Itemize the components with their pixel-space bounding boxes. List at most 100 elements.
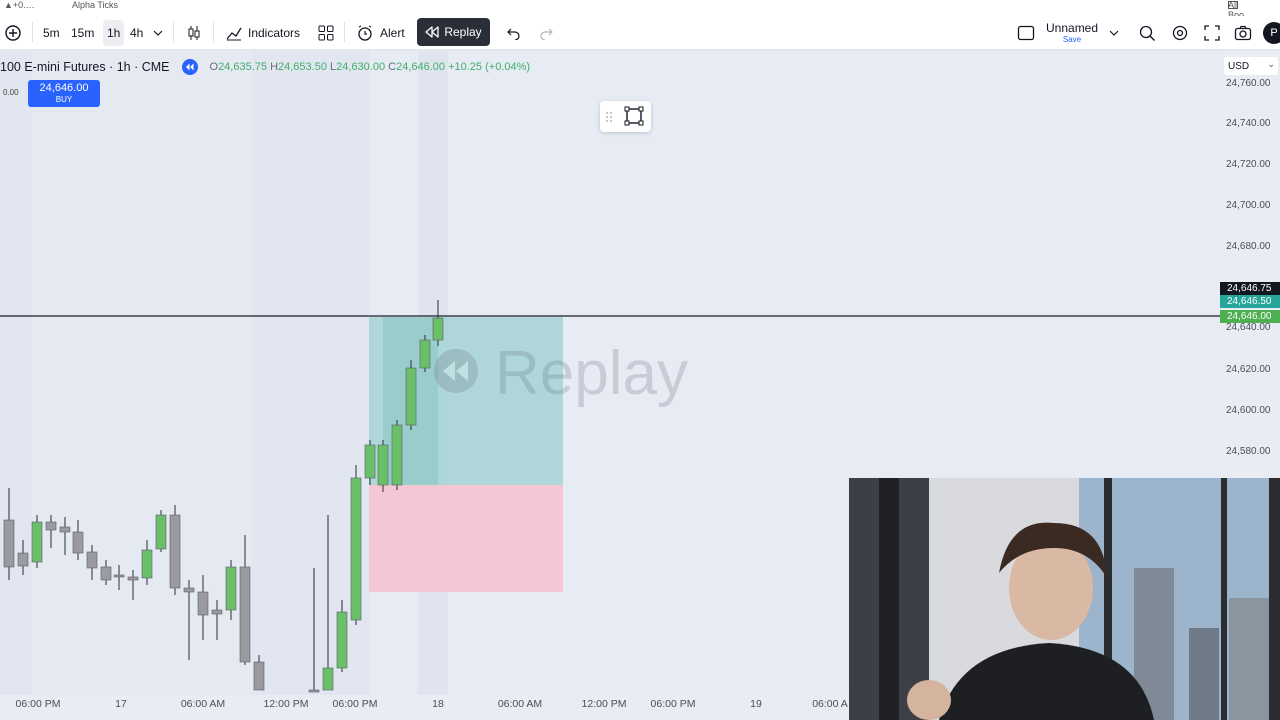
- alert-button[interactable]: Alert: [356, 16, 405, 50]
- all-bookmarks[interactable]: All Boo: [1228, 0, 1244, 20]
- rewind-icon: [425, 26, 439, 38]
- candle-body: [183, 587, 195, 593]
- redo-icon: [540, 28, 553, 40]
- candle-body: [364, 444, 376, 479]
- candles-icon: [188, 26, 200, 40]
- interval-5m[interactable]: 5m: [43, 16, 60, 50]
- replay-button[interactable]: Replay: [417, 18, 490, 46]
- currency-selector[interactable]: USD ⌄: [1224, 57, 1278, 75]
- candle-body: [113, 574, 125, 578]
- candle-body: [141, 549, 153, 579]
- candle-body: [308, 689, 320, 693]
- toolbar-divider: [32, 22, 33, 42]
- candle-body: [127, 576, 139, 581]
- quick-search-button[interactable]: [1138, 16, 1156, 50]
- layout-checkbox[interactable]: [1017, 16, 1035, 50]
- candle-body: [59, 526, 71, 533]
- candle-body: [419, 339, 431, 369]
- price-tag: 24,646.00: [1220, 310, 1280, 323]
- ohlc-values: O24,635.75 H24,653.50 L24,630.00 C24,646…: [209, 61, 531, 73]
- time-tick-label: 06:00 A: [812, 698, 848, 710]
- chart-type-button[interactable]: [185, 16, 203, 50]
- webcam-overlay: [849, 478, 1280, 720]
- top-strip: ▲+0.… Alpha Ticks All Boo: [0, 0, 1280, 20]
- price-tick-label: 24,600.00: [1226, 405, 1271, 416]
- profile-avatar[interactable]: P: [1263, 16, 1280, 50]
- candle-body: [391, 424, 403, 486]
- ticker-change: ▲+0.…: [4, 0, 35, 10]
- change-value: +10.25 (+0.04%): [448, 61, 531, 73]
- presenter-video: [849, 478, 1280, 720]
- square-icon: [1017, 25, 1035, 41]
- candle-body: [72, 531, 84, 554]
- high-value: 24,653.50: [278, 61, 327, 73]
- interval-dropdown[interactable]: [153, 16, 163, 50]
- tab-alpha-ticks[interactable]: Alpha Ticks: [72, 0, 118, 10]
- replay-indicator[interactable]: [181, 59, 198, 75]
- interval-1h[interactable]: 1h: [103, 20, 125, 46]
- session-band: [32, 51, 252, 695]
- candle-body: [253, 661, 265, 691]
- fullscreen-button[interactable]: [1203, 16, 1221, 50]
- price-tick-label: 24,700.00: [1226, 200, 1271, 211]
- price-tick-label: 24,680.00: [1226, 241, 1271, 252]
- redo-button[interactable]: [538, 16, 554, 50]
- price-tick-label: 24,720.00: [1226, 159, 1271, 170]
- time-tick-label: 06:00 AM: [497, 698, 543, 710]
- candle-body: [336, 611, 348, 669]
- open-value: 24,635.75: [218, 61, 267, 73]
- settings-button[interactable]: [1171, 16, 1189, 50]
- grid-icon: [318, 25, 334, 41]
- candle-body: [197, 591, 209, 616]
- drag-handle-icon[interactable]: [605, 111, 613, 123]
- session-band: [0, 51, 32, 695]
- price-tick-label: 24,740.00: [1226, 118, 1271, 129]
- time-tick-label: 06:00 AM: [180, 698, 226, 710]
- buy-button[interactable]: 24,646.00 BUY: [28, 80, 100, 107]
- search-icon: [1139, 25, 1155, 41]
- add-symbol-button[interactable]: [4, 16, 22, 50]
- snapshot-button[interactable]: [1234, 16, 1252, 50]
- candle-body: [225, 566, 237, 611]
- time-tick-label: 17: [115, 698, 127, 710]
- price-tick-label: 24,580.00: [1226, 446, 1271, 457]
- candle-body: [155, 514, 167, 550]
- time-tick-label: 06:00 PM: [332, 698, 378, 710]
- candle-body: [211, 609, 223, 615]
- candle-body: [405, 367, 417, 426]
- indicators-icon: [226, 27, 242, 41]
- gear-icon: [1172, 25, 1188, 41]
- watermark-text: Replay: [495, 339, 688, 408]
- candle-body: [31, 521, 43, 563]
- symbol-title[interactable]: 100 E-mini Futures · 1h · CME: [0, 60, 170, 74]
- interval-4h[interactable]: 4h: [130, 16, 143, 50]
- toolbar-divider: [173, 22, 174, 42]
- select-rectangle-icon[interactable]: [623, 105, 645, 127]
- toolbar-divider: [213, 22, 214, 42]
- layout-templates-button[interactable]: [318, 16, 334, 50]
- time-tick-label: 12:00 PM: [581, 698, 627, 710]
- price-tag: 24,646.50: [1220, 295, 1280, 308]
- price-tick-label: 24,620.00: [1226, 364, 1271, 375]
- price-tick-label: 24,760.00: [1226, 78, 1271, 89]
- fullscreen-icon: [1204, 25, 1220, 41]
- chevron-down-icon: [153, 30, 163, 36]
- price-tick-label: 24,640.00: [1226, 322, 1271, 333]
- indicators-button[interactable]: Indicators: [225, 16, 300, 50]
- candle-body: [17, 552, 29, 567]
- layout-name-button[interactable]: Unnamed Save: [1046, 16, 1098, 50]
- rewind-icon: [185, 63, 193, 71]
- candle-body: [86, 551, 98, 569]
- price-tag: 24,646.75: [1220, 282, 1280, 295]
- candle-body: [239, 566, 251, 663]
- buy-price: 24,646.00: [39, 82, 89, 94]
- time-tick-label: 06:00 PM: [650, 698, 696, 710]
- buy-label: BUY: [55, 95, 73, 104]
- order-quantity: 0.00: [3, 88, 19, 97]
- layout-dropdown[interactable]: [1109, 16, 1119, 50]
- undo-button[interactable]: [506, 16, 522, 50]
- interval-15m[interactable]: 15m: [71, 16, 94, 50]
- candle-body: [100, 566, 112, 581]
- time-tick-label: 19: [750, 698, 762, 710]
- undo-icon: [507, 28, 520, 40]
